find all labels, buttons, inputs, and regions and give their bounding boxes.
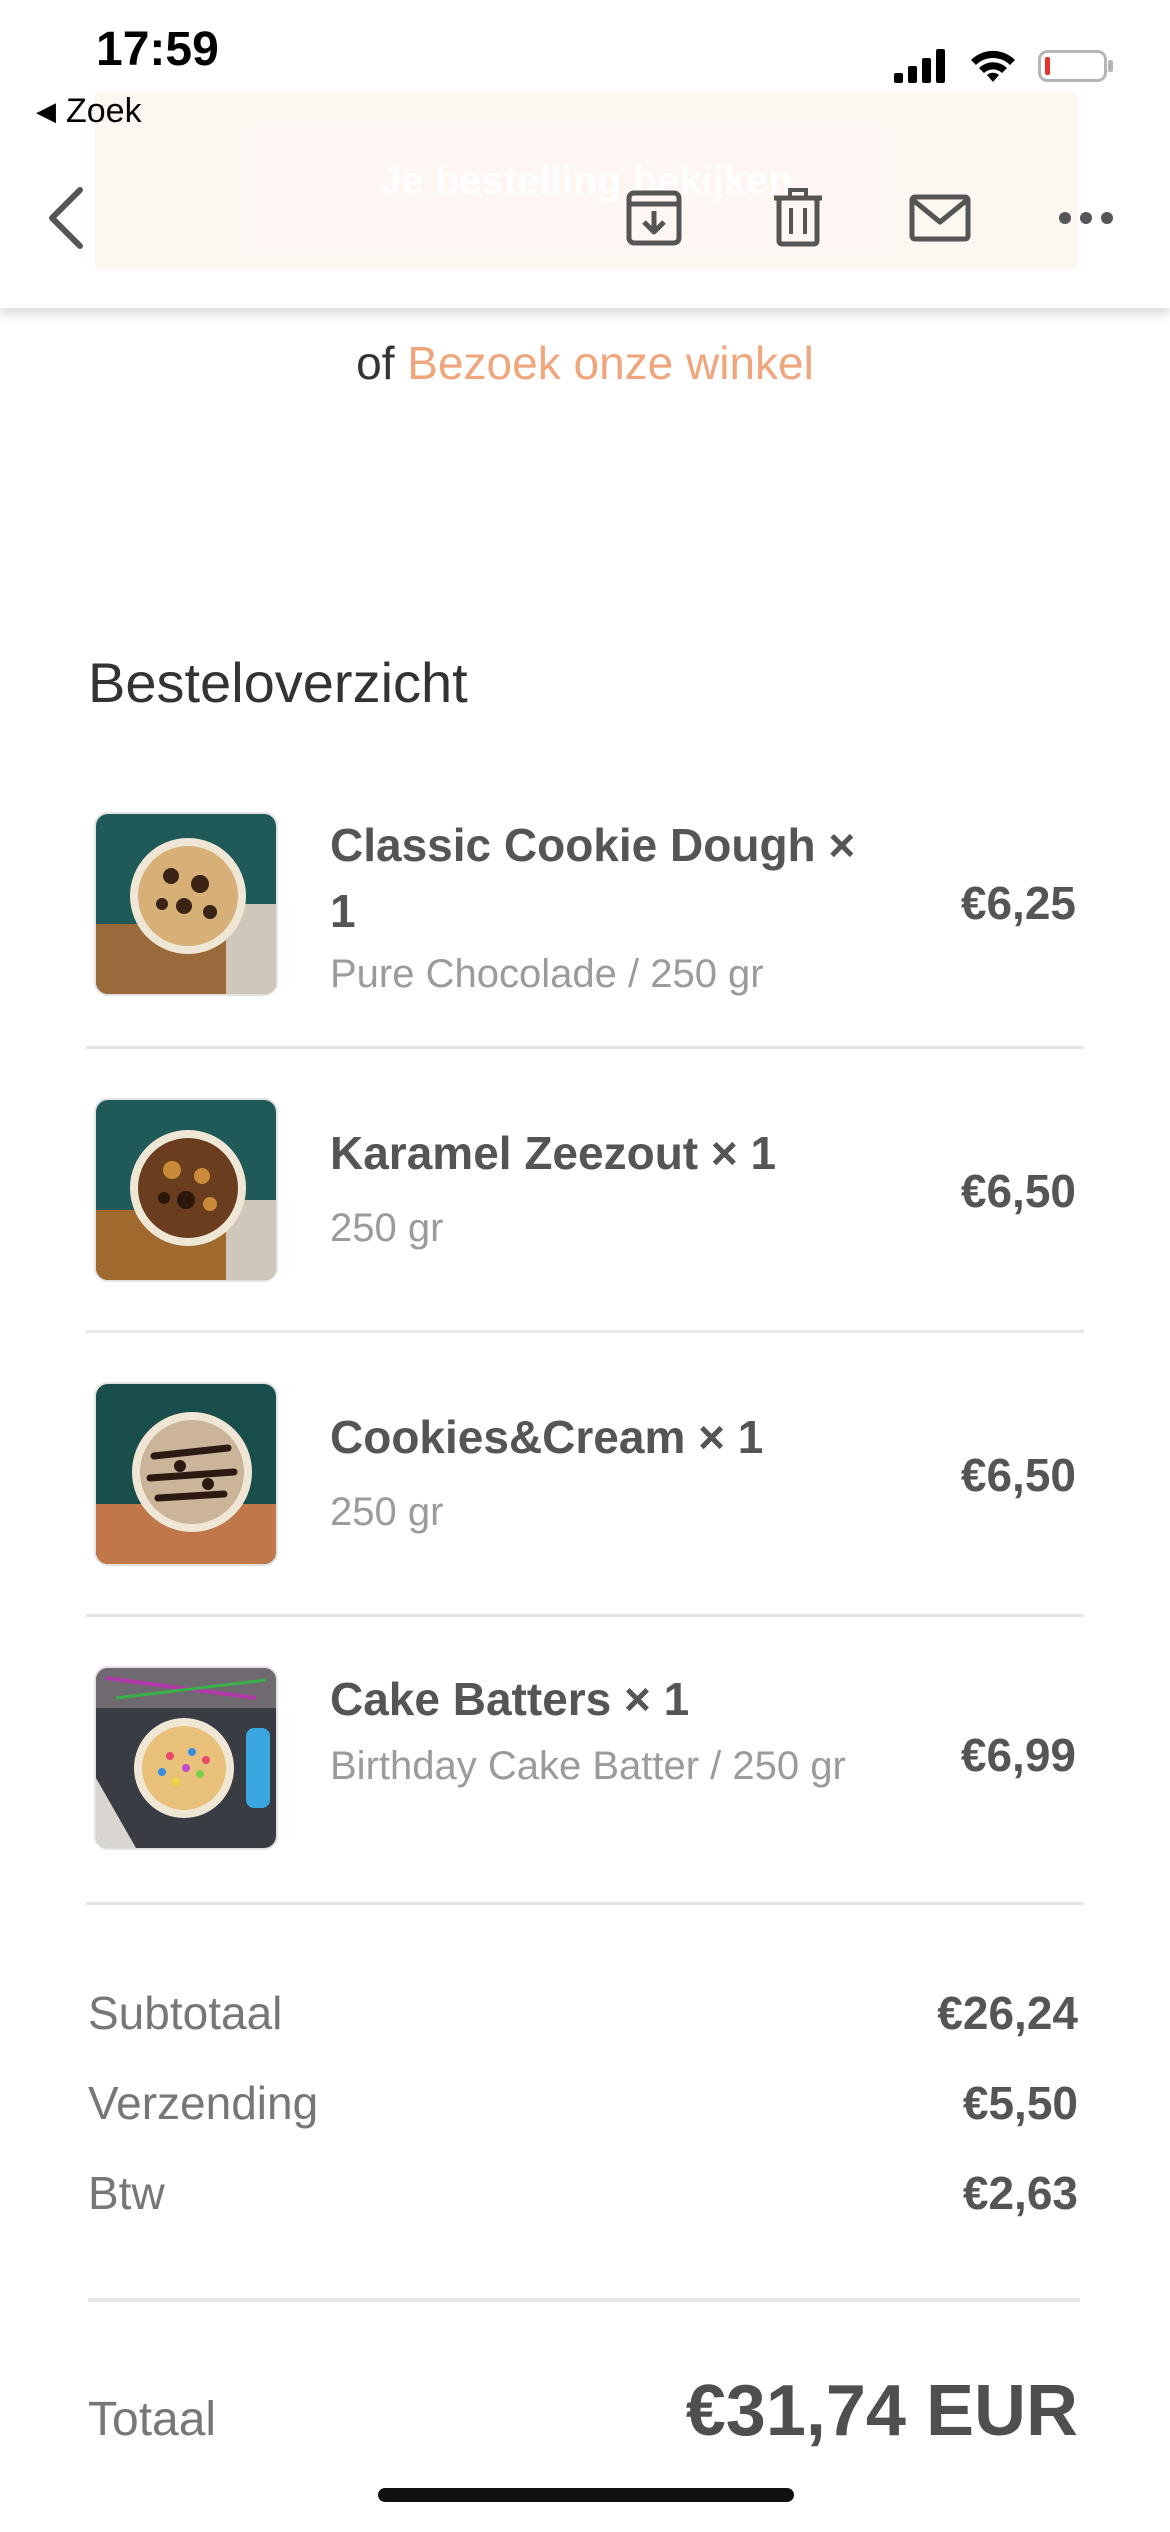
divider [86, 1614, 1084, 1617]
shipping-row: Verzending €5,50 [88, 2076, 1078, 2130]
item-name: Cookies&Cream × 1 [330, 1411, 764, 1463]
item-price: €6,50 [960, 1165, 1076, 1217]
divider [86, 1902, 1084, 1905]
total-label: Totaal [88, 2393, 217, 2446]
item-variant: Birthday Cake Batter / 250 gr [330, 1744, 846, 1788]
item-name: Cake Batters × 1 [330, 1673, 690, 1725]
divider [86, 1046, 1084, 1049]
more-icon[interactable] [1054, 186, 1118, 250]
mail-toolbar: Je bestelling bekijken 17:59 ◀ Zoek [0, 0, 1170, 308]
archive-icon[interactable] [622, 186, 686, 250]
total-row: Totaal €31,74 EUR [88, 2370, 1078, 2460]
back-triangle-icon: ◀ [36, 96, 56, 126]
status-icons [894, 48, 1114, 84]
visit-store-prefix: of [356, 337, 395, 389]
item-variant: 250 gr [330, 1490, 444, 1534]
cellular-signal-icon [894, 49, 945, 83]
trash-icon[interactable] [766, 186, 830, 250]
battery-icon [1038, 50, 1113, 82]
order-summary-title: Besteloverzicht [88, 651, 468, 714]
home-indicator[interactable] [378, 2488, 794, 2502]
product-thumbnail [94, 1382, 278, 1566]
order-item: Karamel Zeezout × 1 250 gr €6,50 [86, 1098, 1084, 1288]
item-price: €6,99 [960, 1729, 1076, 1781]
divider [88, 2298, 1080, 2302]
subtotal-row: Subtotaal €26,24 [88, 1986, 1078, 2040]
product-thumbnail [94, 812, 278, 996]
item-variant: 250 gr [330, 1206, 444, 1250]
order-item: Cake Batters × 1 Birthday Cake Batter / … [86, 1666, 1084, 1886]
order-confirmation-page: Je bestelling bekijken 17:59 ◀ Zoek of B… [0, 0, 1170, 2532]
back-to-app-link[interactable]: ◀ Zoek [36, 92, 142, 131]
back-to-app-label: Zoek [66, 92, 142, 130]
item-variant: Pure Chocolade / 250 gr [330, 952, 764, 996]
product-thumbnail [94, 1098, 278, 1282]
total-value: €31,74 EUR [685, 2371, 1078, 2451]
item-price: €6,50 [960, 1449, 1076, 1501]
visit-store-link[interactable]: Bezoek onze winkel [407, 337, 814, 389]
chevron-left-icon[interactable] [34, 186, 98, 250]
item-name: Classic Cookie Dough × 1 [330, 819, 856, 937]
order-item: Classic Cookie Dough × 1 Pure Chocolade … [86, 812, 1084, 1012]
mail-icon[interactable] [908, 186, 972, 250]
item-price: €6,25 [960, 877, 1076, 929]
subtotal-label: Subtotaal [88, 1987, 283, 2039]
shipping-label: Verzending [88, 2077, 319, 2129]
shipping-value: €5,50 [962, 2077, 1078, 2129]
subtotal-value: €26,24 [937, 1987, 1078, 2039]
order-item: Cookies&Cream × 1 250 gr €6,50 [86, 1382, 1084, 1572]
product-thumbnail [94, 1666, 278, 1850]
wifi-icon [971, 50, 1015, 82]
tax-row: Btw €2,63 [88, 2166, 1078, 2220]
item-name: Karamel Zeezout × 1 [330, 1127, 777, 1179]
visit-store-line: of Bezoek onze winkel [0, 336, 1170, 390]
tax-label: Btw [88, 2167, 165, 2219]
tax-value: €2,63 [962, 2167, 1078, 2219]
status-time: 17:59 [96, 23, 219, 76]
divider [86, 1330, 1084, 1333]
